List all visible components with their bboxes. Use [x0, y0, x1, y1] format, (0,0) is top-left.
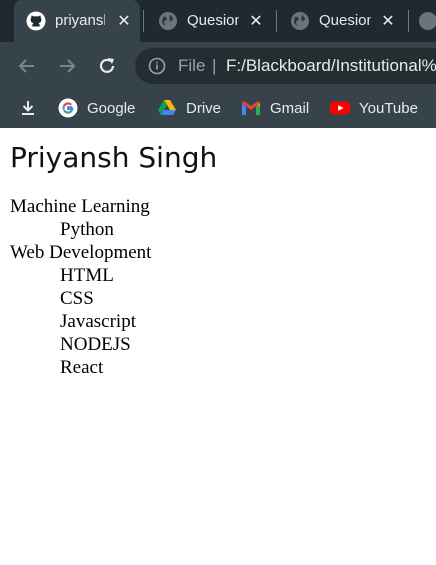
- google-icon: [58, 98, 78, 118]
- download-icon: [18, 98, 38, 118]
- globe-icon: [418, 11, 436, 31]
- tab-quesion-1[interactable]: Quesion ✕: [146, 0, 272, 42]
- bookmarks-bar: Google Drive Gmail YouTube: [0, 88, 436, 128]
- skills-list: Machine Learning Python Web Development …: [10, 195, 151, 379]
- tab-title: Quesion: [319, 12, 371, 29]
- list-item: Python: [60, 219, 114, 240]
- drive-icon: [157, 98, 177, 118]
- tab-separator: [408, 10, 409, 32]
- bookmark-youtube[interactable]: YouTube: [330, 97, 418, 119]
- list-item: CSS: [60, 288, 94, 309]
- bookmark-label: YouTube: [359, 99, 418, 117]
- page-title: Priyansh Singh: [10, 141, 218, 174]
- list-item: React: [60, 357, 104, 378]
- tab-partial[interactable]: [410, 0, 436, 42]
- bookmark-gmail[interactable]: Gmail: [241, 97, 309, 119]
- bookmark-google[interactable]: Google: [58, 97, 135, 119]
- skill-group-title: Machine Learning: [10, 196, 150, 217]
- scheme-label: File: [178, 56, 206, 75]
- browser-toolbar: File | F:/Blackboard/Institutional%: [0, 42, 436, 88]
- list-item: NODEJS: [60, 334, 131, 355]
- url-text[interactable]: F:/Blackboard/Institutional%: [226, 56, 436, 76]
- tab-quesion-2[interactable]: Quesion ✕: [278, 0, 404, 42]
- list-item: Javascript: [60, 311, 136, 332]
- back-icon[interactable]: [15, 54, 39, 78]
- close-icon[interactable]: ✕: [246, 11, 266, 31]
- bookmark-downloads[interactable]: [18, 97, 38, 119]
- globe-icon: [290, 11, 310, 31]
- reload-icon[interactable]: [95, 54, 119, 78]
- tab-separator: [276, 10, 277, 32]
- scheme-divider: |: [212, 56, 217, 75]
- tab-strip: priyansh ✕ Quesion ✕ Quesion ✕: [0, 0, 436, 42]
- skill-group-title: Web Development: [10, 242, 152, 263]
- bookmark-label: Drive: [186, 99, 222, 117]
- forward-icon[interactable]: [55, 54, 79, 78]
- bookmark-label: Google: [87, 99, 136, 117]
- github-icon: [26, 11, 46, 31]
- info-icon[interactable]: [148, 57, 166, 75]
- close-icon[interactable]: ✕: [378, 11, 398, 31]
- tab-title: priyansh: [55, 12, 105, 29]
- bookmark-drive[interactable]: Drive: [157, 97, 221, 119]
- tab-priyansh[interactable]: priyansh ✕: [14, 0, 140, 42]
- list-item: HTML: [60, 265, 114, 286]
- gmail-icon: [241, 98, 261, 118]
- tab-separator: [143, 10, 144, 32]
- globe-icon: [158, 11, 178, 31]
- address-bar[interactable]: File | F:/Blackboard/Institutional%: [135, 48, 436, 84]
- tab-title: Quesion: [187, 12, 239, 29]
- close-icon[interactable]: ✕: [114, 11, 134, 31]
- bookmark-label: Gmail: [270, 99, 310, 117]
- page-content: Priyansh Singh Machine Learning Python W…: [0, 128, 436, 565]
- youtube-icon: [330, 98, 350, 118]
